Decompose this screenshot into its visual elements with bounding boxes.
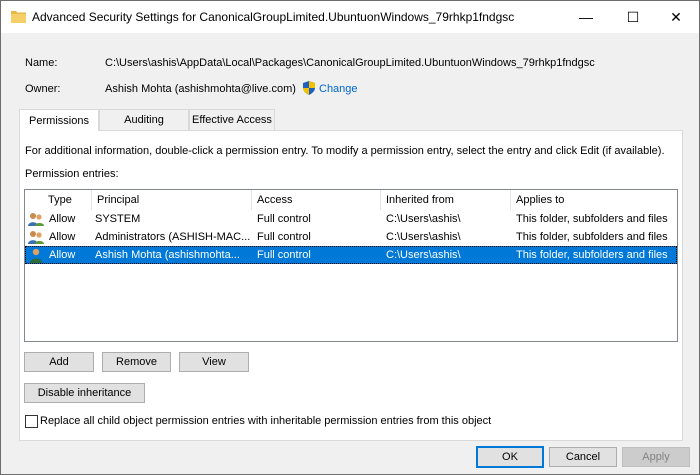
column-header-principal[interactable]: Principal [92, 190, 252, 210]
ok-button[interactable]: OK [476, 446, 544, 468]
apply-button[interactable]: Apply [622, 447, 690, 467]
folder-icon [11, 11, 26, 23]
entry-access: Full control [257, 249, 311, 261]
entry-applies-to: This folder, subfolders and files [516, 231, 668, 243]
minimize-button[interactable]: — [563, 1, 609, 33]
entry-inherited-from: C:\Users\ashis\ [386, 231, 461, 243]
maximize-icon: ☐ [626, 8, 640, 25]
column-header-inherited-from[interactable]: Inherited from [381, 190, 511, 210]
owner-label: Owner: [25, 83, 61, 95]
change-owner-link[interactable]: Change [319, 83, 358, 95]
name-value: C:\Users\ashis\AppData\Local\Packages\Ca… [105, 57, 595, 69]
permission-entries-list[interactable]: Type Principal Access Inherited from App… [24, 189, 678, 342]
close-icon: ✕ [670, 8, 682, 25]
maximize-button[interactable]: ☐ [610, 1, 656, 33]
entry-type: Allow [49, 213, 76, 225]
remove-button[interactable]: Remove [102, 352, 171, 372]
entry-principal: Administrators (ASHISH-MAC... [95, 231, 251, 243]
column-header-type[interactable]: Type [43, 190, 92, 210]
entry-principal: Ashish Mohta (ashishmohta... [95, 249, 240, 261]
list-header: Type Principal Access Inherited from App… [25, 190, 677, 210]
table-row[interactable]: Allow Administrators (ASHISH-MAC... Full… [25, 228, 677, 246]
add-button[interactable]: Add [24, 352, 94, 372]
view-button[interactable]: View [179, 352, 249, 372]
replace-child-permissions-checkbox[interactable] [25, 415, 38, 428]
entry-inherited-from: C:\Users\ashis\ [386, 213, 461, 225]
permission-entries-label: Permission entries: [25, 168, 119, 180]
column-header-access[interactable]: Access [252, 190, 381, 210]
info-text: For additional information, double-click… [25, 145, 665, 157]
advanced-security-settings-window: Advanced Security Settings for Canonical… [0, 0, 700, 475]
entry-type: Allow [49, 249, 76, 261]
entry-inherited-from: C:\Users\ashis\ [386, 249, 461, 261]
column-header-applies-to[interactable]: Applies to [511, 190, 677, 210]
table-row[interactable]: Allow SYSTEM Full control C:\Users\ashis… [25, 210, 677, 228]
entry-applies-to: This folder, subfolders and files [516, 213, 668, 225]
users-group-icon [28, 231, 44, 244]
close-button[interactable]: ✕ [653, 1, 699, 33]
entry-access: Full control [257, 231, 311, 243]
entry-access: Full control [257, 213, 311, 225]
tab-auditing[interactable]: Auditing [99, 109, 189, 130]
minimize-icon: — [579, 9, 593, 25]
entry-applies-to: This folder, subfolders and files [516, 249, 668, 261]
replace-child-permissions-label: Replace all child object permission entr… [40, 415, 492, 427]
tab-permissions[interactable]: Permissions [19, 109, 99, 131]
title-bar[interactable]: Advanced Security Settings for Canonical… [1, 1, 699, 33]
name-label: Name: [25, 57, 58, 69]
cancel-button[interactable]: Cancel [549, 447, 617, 467]
user-icon [30, 248, 42, 263]
entry-type: Allow [49, 231, 76, 243]
window-title: Advanced Security Settings for Canonical… [32, 10, 515, 24]
uac-shield-icon [303, 81, 315, 95]
tab-effective-access[interactable]: Effective Access [189, 109, 275, 130]
disable-inheritance-button[interactable]: Disable inheritance [24, 383, 145, 403]
entry-principal: SYSTEM [95, 213, 141, 225]
table-row-selected[interactable]: Allow Ashish Mohta (ashishmohta... Full … [25, 246, 677, 264]
owner-value: Ashish Mohta (ashishmohta@live.com) [105, 83, 296, 95]
users-group-icon [28, 213, 44, 226]
